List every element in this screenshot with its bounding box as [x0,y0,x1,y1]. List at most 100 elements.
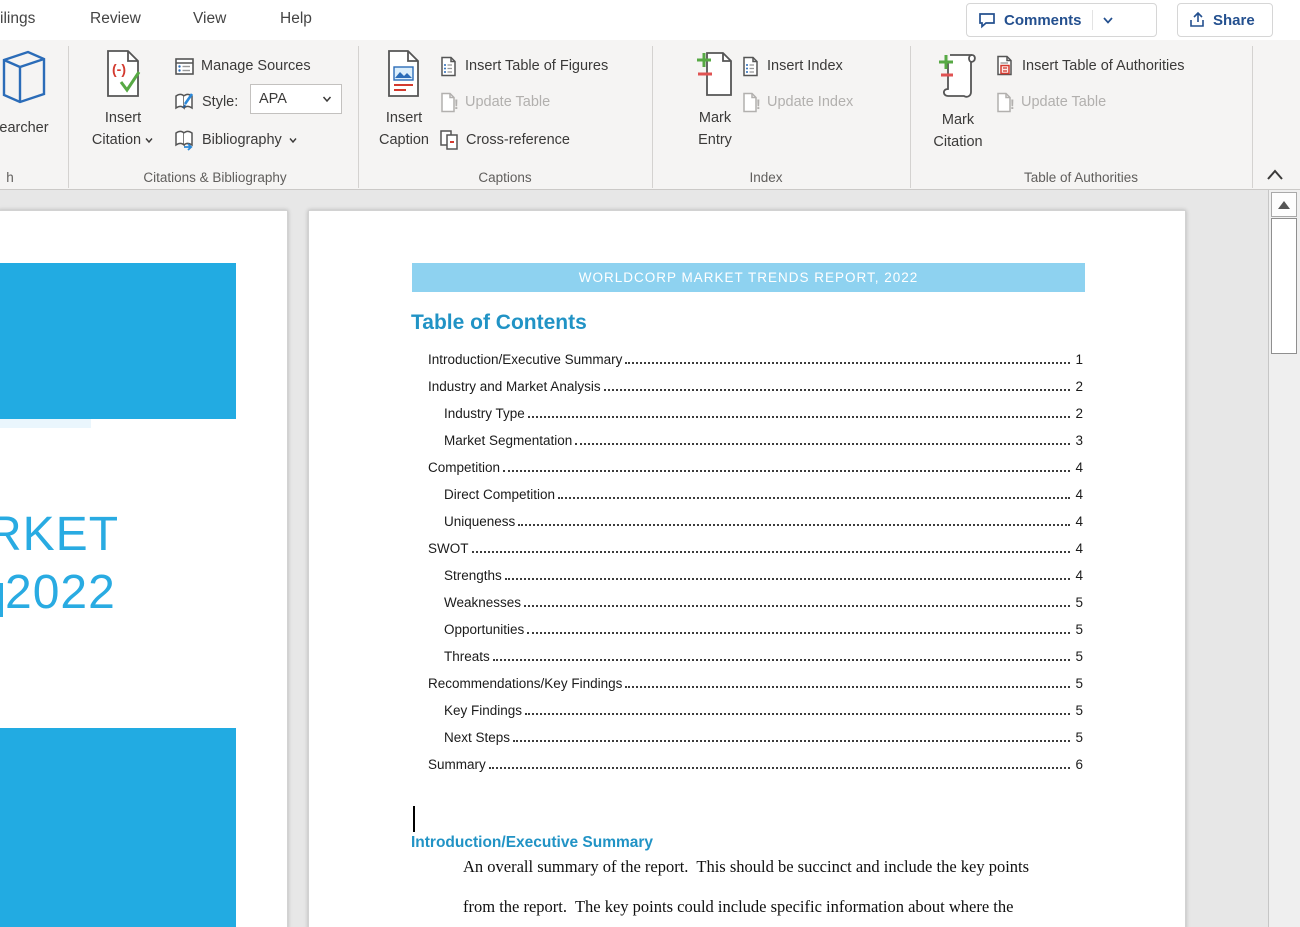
update-table-authorities-label: Update Table [1021,94,1106,110]
toc-entry[interactable]: Strengths 4 [309,561,1186,588]
mark-citation-label-2: Citation [933,131,982,153]
chevron-down-icon [321,93,333,105]
update-index-button[interactable]: ! Update Index [740,88,853,116]
toc-leader-dots [518,524,1070,526]
cross-reference-button[interactable]: Cross-reference [438,126,570,154]
comments-button[interactable]: Comments [966,3,1157,37]
chevron-down-icon[interactable] [1101,13,1115,27]
scroll-up-button[interactable] [1271,192,1297,217]
toc-entry-page: 5 [1073,622,1083,637]
toc-entry[interactable]: Opportunities5 [309,615,1186,642]
toc-entry[interactable]: Key Findings5 [309,696,1186,723]
text-cursor [413,806,415,832]
toc-list: Introduction/Executive Summary1Industry … [309,345,1186,777]
svg-text:!: ! [756,96,761,112]
toc-leader-dots [503,470,1070,472]
toc-entry-title: Strengths [444,568,502,583]
toc-entry-title: Recommendations/Key Findings [428,676,622,691]
toc-entry-page: 2 [1073,379,1083,394]
body-paragraph-line: from the report. The key points could in… [463,897,1013,917]
share-label: Share [1213,12,1255,29]
insert-table-of-figures-button[interactable]: Insert Table of Figures [438,52,608,80]
toc-leader-dots [524,605,1070,607]
insert-citation-button[interactable]: (-) Insert Citation [88,42,158,188]
toc-entry-page: 5 [1073,595,1083,610]
insert-index-button[interactable]: Insert Index [740,52,843,80]
comments-divider [1092,10,1093,30]
toc-entry[interactable]: Industry and Market Analysis2 [309,372,1186,399]
toc-entry[interactable]: Market Segmentation3 [309,426,1186,453]
update-table-captions-button[interactable]: ! Update Table [438,88,550,116]
toc-entry-page: 4 [1073,568,1083,583]
insert-table-of-authorities-button[interactable]: Insert Table of Authorities [994,52,1185,80]
researcher-button[interactable]: earcher [0,42,64,188]
group-separator [68,46,69,188]
insert-caption-icon [386,50,422,103]
share-button[interactable]: Share [1177,3,1273,37]
toc-entry-title: Uniqueness [444,514,515,529]
ribbon-collapse-icon[interactable] [1262,164,1288,186]
toc-entry[interactable]: Introduction/Executive Summary1 [309,345,1186,372]
bibliography-button[interactable]: Bibliography [174,126,298,154]
toc-entry[interactable]: Threats5 [309,642,1186,669]
toc-entry[interactable]: SWOT4 [309,534,1186,561]
vertical-scrollbar[interactable] [1268,190,1300,927]
title-bar: ilings Review View Help Comments Share [0,0,1300,40]
style-select[interactable]: APA [250,84,342,114]
toc-entry-title: Summary [428,757,486,772]
tab-review[interactable]: Review [90,10,141,28]
mark-citation-label-1: Mark [942,109,974,131]
toc-entry[interactable]: Recommendations/Key Findings5 [309,669,1186,696]
toc-leader-dots [489,767,1070,769]
mark-entry-button[interactable]: Mark Entry [686,42,744,188]
toc-entry-page: 4 [1073,514,1083,529]
insert-caption-label-2: Caption [379,129,429,151]
manage-sources-icon [174,56,195,77]
update-table-authorities-icon: ! [994,92,1015,113]
cross-reference-label: Cross-reference [466,132,570,148]
share-icon [1188,11,1206,29]
insert-table-of-figures-label: Insert Table of Figures [465,58,608,74]
update-index-label: Update Index [767,94,853,110]
insert-table-of-authorities-icon [994,55,1016,77]
svg-text:!: ! [1010,96,1015,112]
insert-caption-button[interactable]: Insert Caption [374,42,434,188]
update-table-authorities-button[interactable]: ! Update Table [994,88,1106,116]
mark-entry-label-2: Entry [698,129,732,151]
cover-title-line2: 2022 [5,569,116,617]
tab-help[interactable]: Help [280,10,312,28]
toc-entry-title: Threats [444,649,490,664]
comment-icon [977,10,997,30]
toc-entry[interactable]: Competition4 [309,453,1186,480]
group-label-authorities: Table of Authorities [926,170,1236,185]
update-index-icon: ! [740,92,761,113]
toc-entry[interactable]: Summary6 [309,750,1186,777]
scrollbar-thumb[interactable] [1271,218,1297,354]
insert-citation-label-2: Citation [92,129,141,151]
toc-leader-dots [528,416,1070,418]
toc-entry[interactable]: Next Steps5 [309,723,1186,750]
cross-reference-icon [438,129,460,151]
mark-citation-icon [936,50,980,105]
tab-view[interactable]: View [193,10,226,28]
insert-citation-icon: (-) [104,50,142,103]
document-page[interactable]: WORLDCORP MARKET TRENDS REPORT, 2022 Tab… [308,210,1186,927]
insert-table-of-figures-icon [438,56,459,77]
cover-accent-block-bottom [0,728,236,927]
tab-mailings[interactable]: ilings [0,10,35,28]
toc-entry[interactable]: Weaknesses5 [309,588,1186,615]
chevron-down-icon [288,135,298,145]
group-label-citations: Citations & Bibliography [90,170,340,185]
cover-accent-block-top [0,263,236,419]
style-selected-value: APA [259,91,321,107]
toc-entry[interactable]: Industry Type2 [309,399,1186,426]
toc-entry[interactable]: Direct Competition4 [309,480,1186,507]
toc-entry-title: Industry Type [444,406,525,421]
cover-page[interactable]: RKET 2022 [0,210,288,927]
toc-entry[interactable]: Uniqueness 4 [309,507,1186,534]
insert-citation-label-1: Insert [105,107,141,129]
manage-sources-button[interactable]: Manage Sources [174,52,311,80]
update-table-icon: ! [438,92,459,113]
toc-leader-dots [527,632,1070,634]
mark-citation-button[interactable]: Mark Citation [926,42,990,188]
